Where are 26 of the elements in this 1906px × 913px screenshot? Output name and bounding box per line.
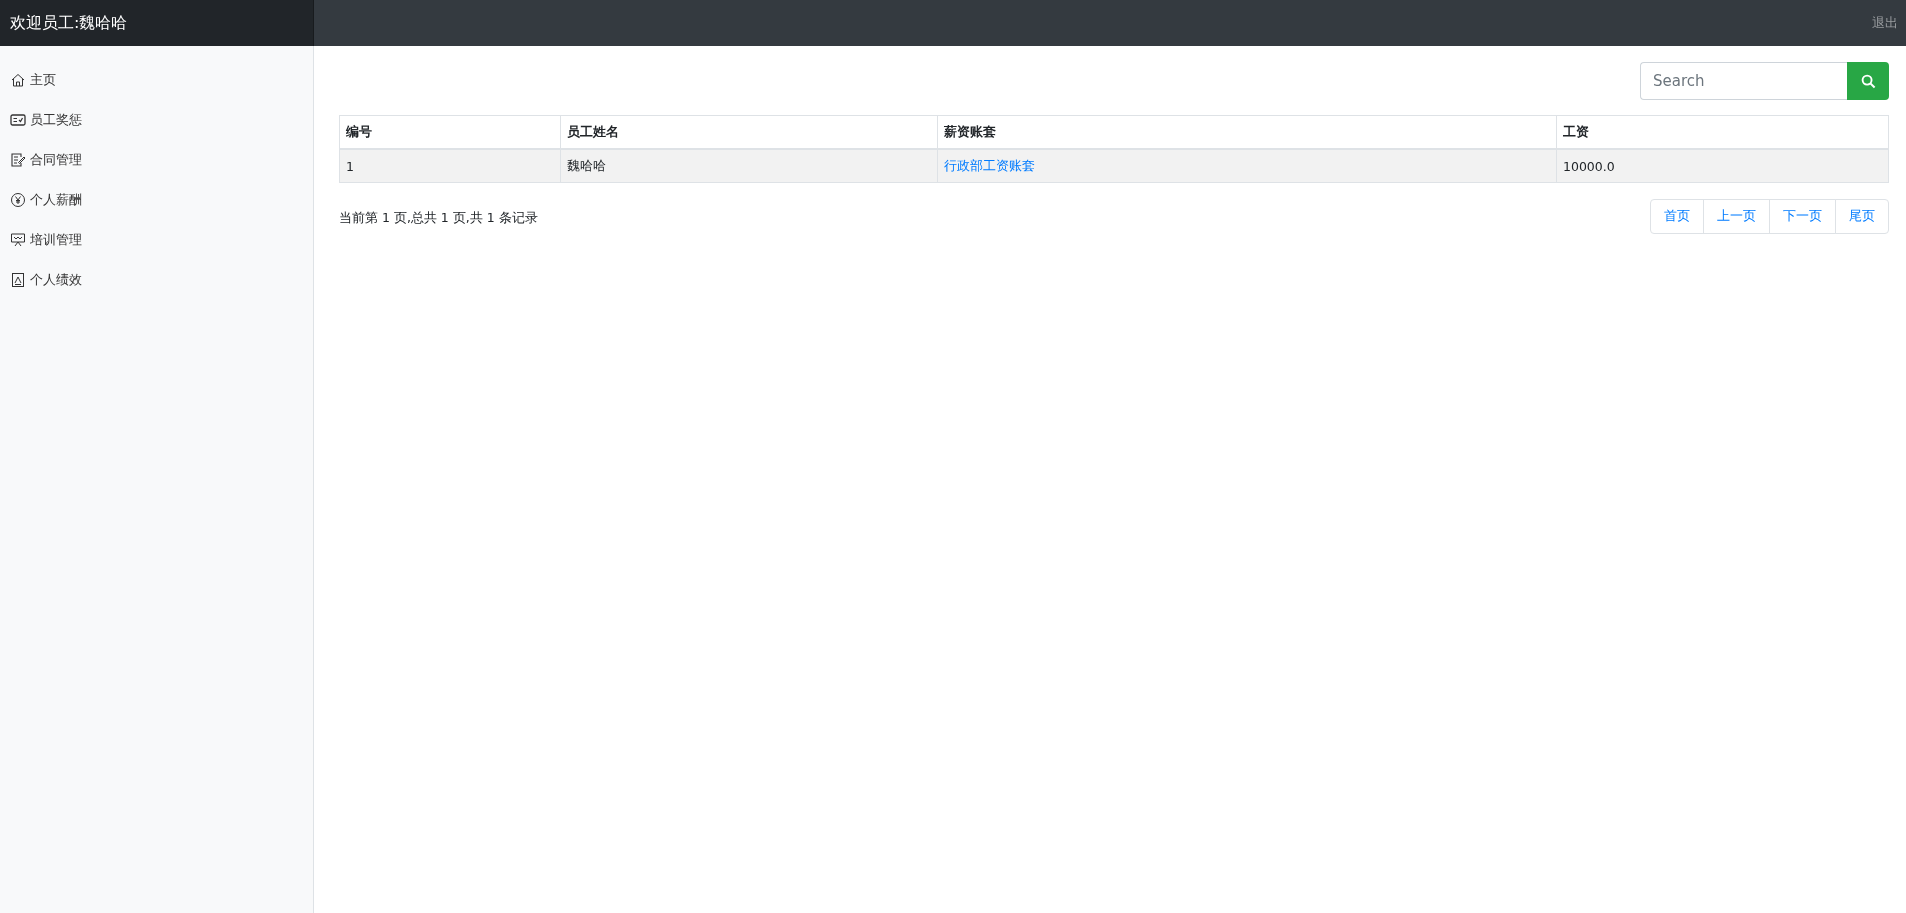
welcome-title: 欢迎员工:魏哈哈	[10, 12, 128, 34]
salary-set-link[interactable]: 行政部工资账套	[944, 157, 1035, 173]
presentation-board-icon	[10, 232, 26, 248]
sidebar-item[interactable]: 合同管理	[0, 140, 313, 180]
search-button[interactable]	[1847, 62, 1889, 100]
pagination-link[interactable]: 上一页	[1703, 199, 1770, 234]
report-icon	[10, 272, 26, 288]
pagination-link[interactable]: 尾页	[1835, 199, 1889, 234]
search-field[interactable]: Search	[1640, 62, 1847, 100]
sidebar-item[interactable]: 个人薪酬	[0, 180, 313, 220]
sidebar-item[interactable]: 员工奖惩	[0, 100, 313, 140]
search-icon	[1860, 73, 1876, 89]
table-cell: 10000.0	[1556, 149, 1889, 183]
sidebar-item[interactable]: 主页	[0, 60, 313, 100]
page-info: 当前第 1 页,总共 1 页,共 1 条记录	[339, 210, 538, 227]
table-cell: 1	[339, 149, 561, 183]
pagination-link[interactable]: 首页	[1650, 199, 1704, 234]
logout-link[interactable]: 退出	[1872, 14, 1898, 32]
pagination-link[interactable]: 下一页	[1769, 199, 1836, 234]
document-edit-icon	[10, 152, 26, 168]
sidebar-item[interactable]: 个人绩效	[0, 260, 313, 300]
home-icon	[10, 72, 26, 88]
table-cell: 魏哈哈	[560, 149, 938, 183]
yen-coin-icon	[10, 192, 26, 208]
sidebar-item[interactable]: 培训管理	[0, 220, 313, 260]
board-icon	[10, 112, 26, 128]
